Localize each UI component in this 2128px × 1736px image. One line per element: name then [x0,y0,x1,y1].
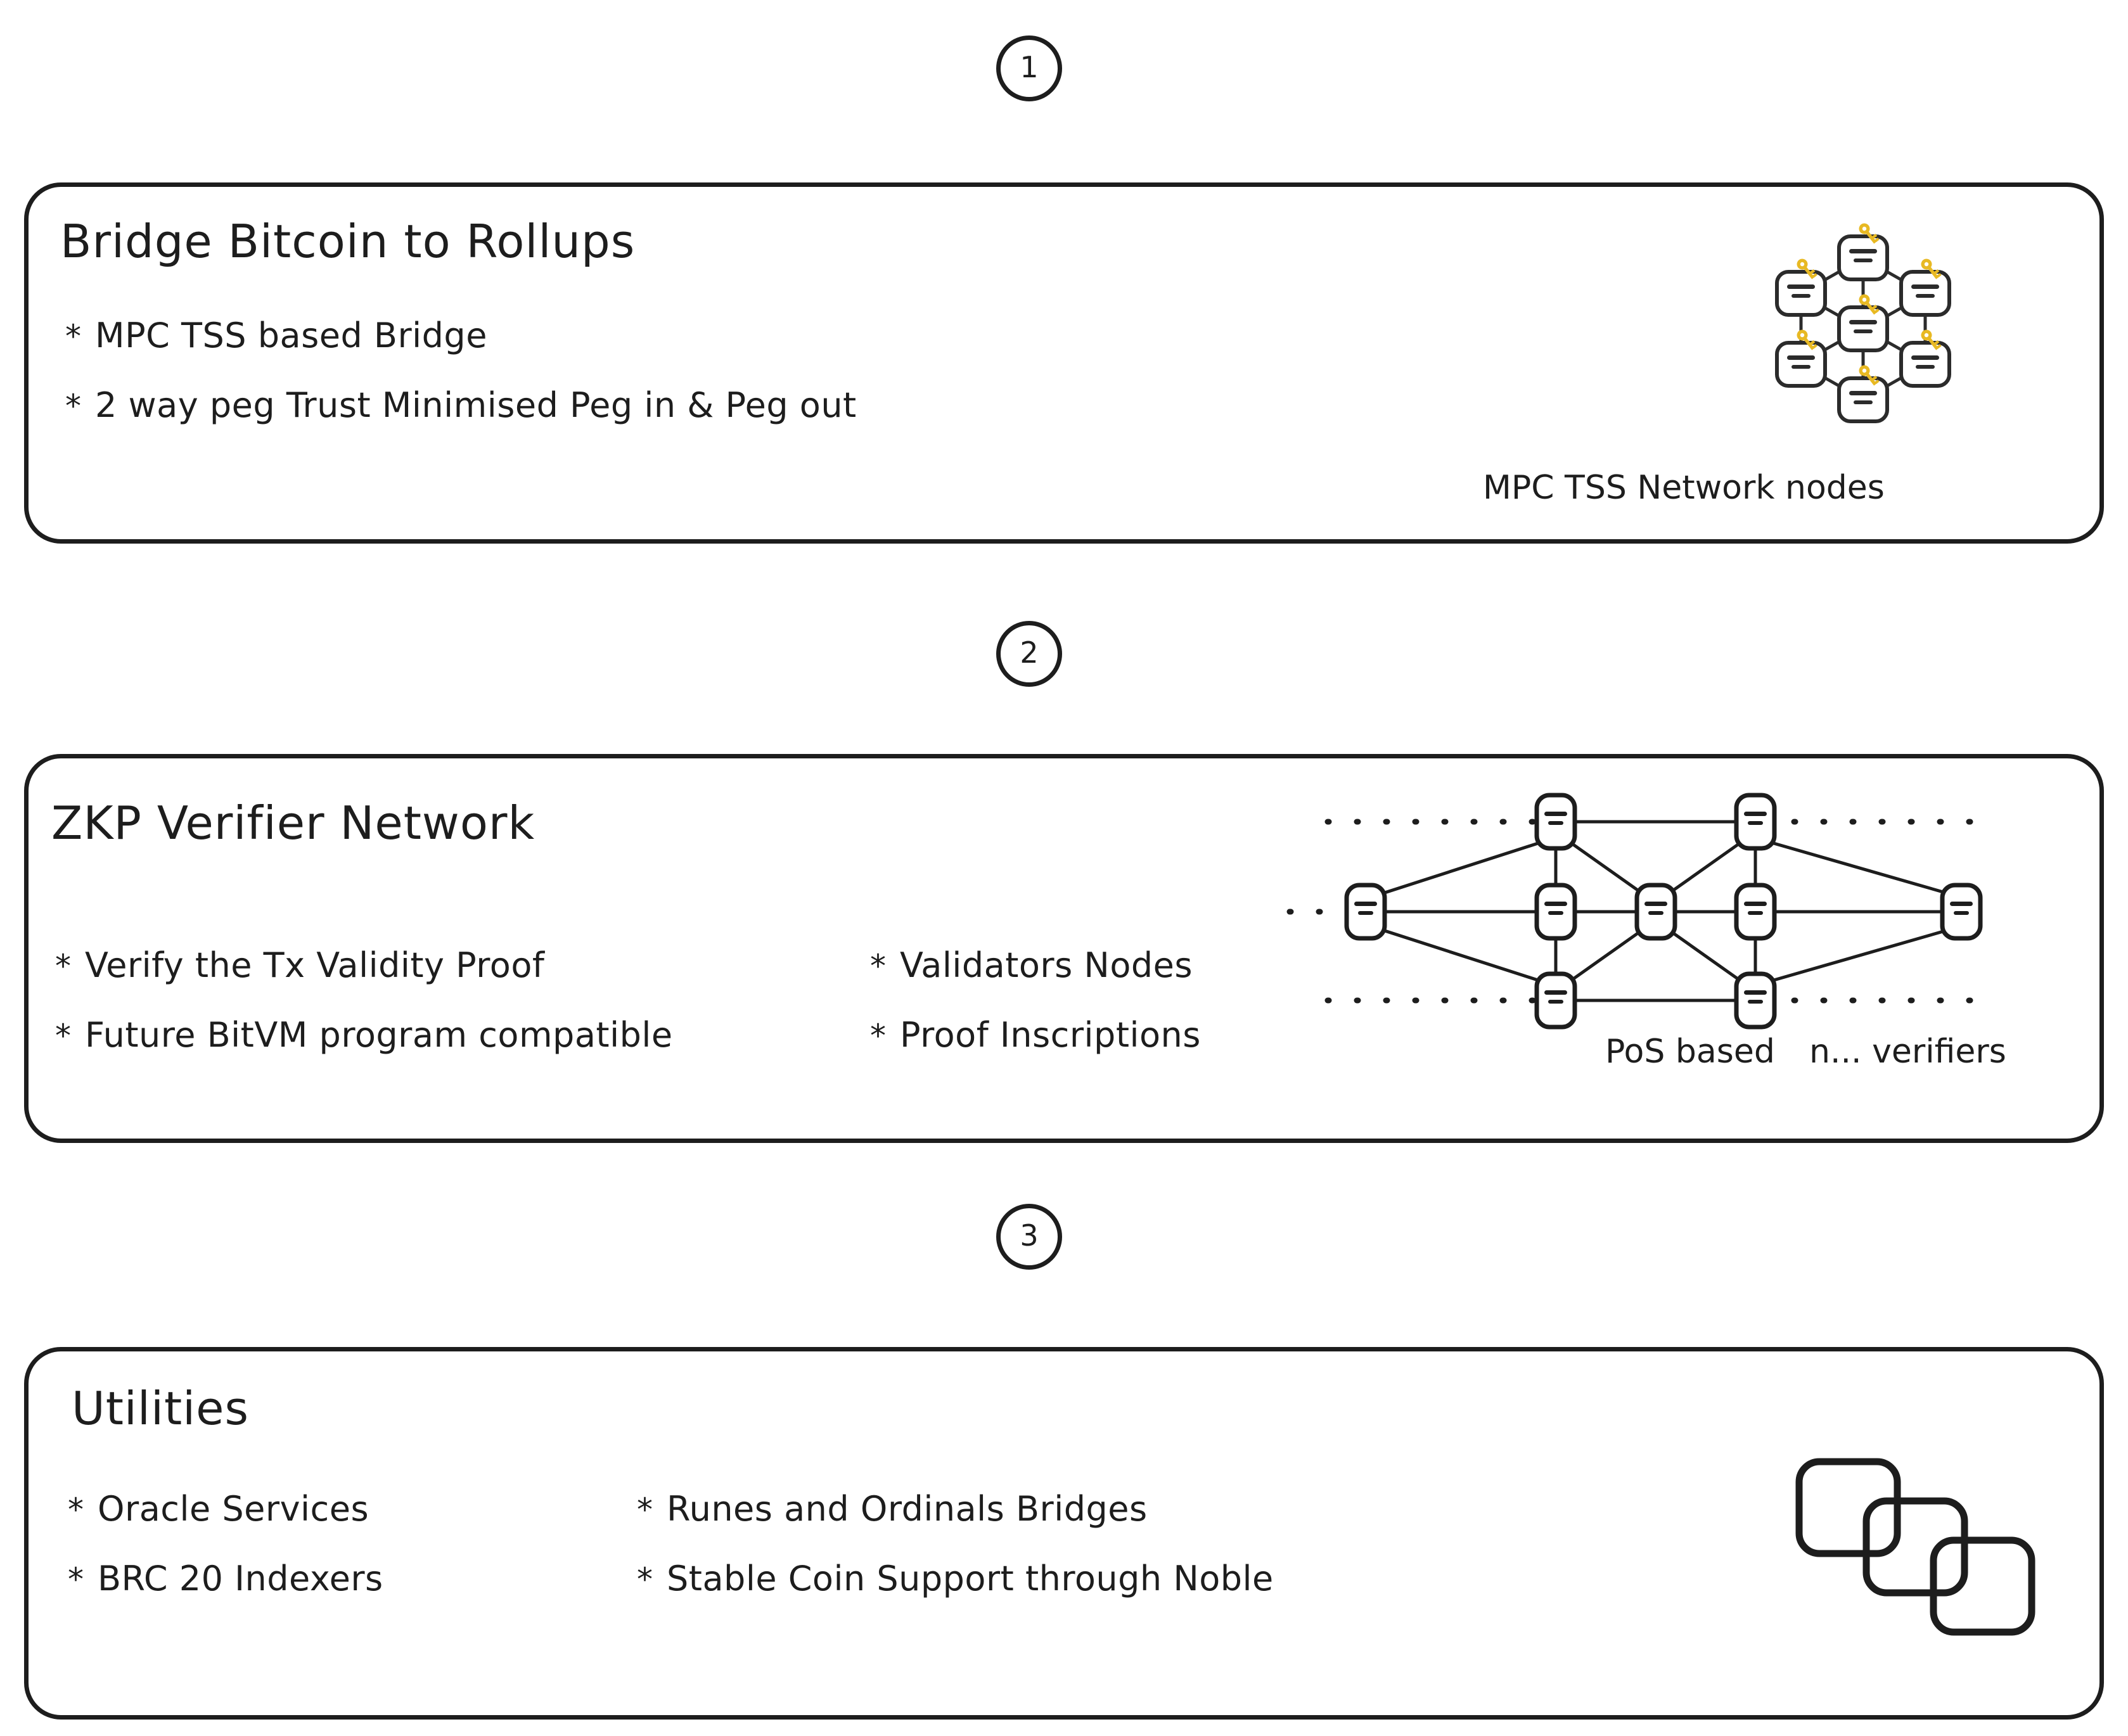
bullet-marker-icon: * [65,388,81,424]
bullet-item: * Stable Coin Support through Noble [637,1562,1274,1596]
bullet-text: Validators Nodes [900,945,1193,985]
server-node-icon [1537,885,1575,938]
server-node-icon [1777,343,1825,386]
step-badge-3: 3 [996,1204,1062,1270]
mpc-tss-network-illustration [1641,202,2085,456]
bullet-text: Runes and Ordinals Bridges [667,1489,1148,1529]
bullet-item: * Future BitVM program compatible [55,1018,673,1052]
server-node-icon [1777,272,1825,315]
rounded-square-icon [1862,1497,1968,1597]
bullet-text: BRC 20 Indexers [98,1559,383,1599]
bullet-marker-icon: * [68,1561,84,1598]
bullet-marker-icon: * [870,1018,886,1054]
server-node-icon [1901,343,1949,386]
bullet-text: 2 way peg Trust Minimised Peg in & Peg o… [95,385,857,425]
rounded-square-icon [1795,1458,1901,1557]
card-title: Utilities [72,1382,249,1435]
bullet-text: Oracle Services [98,1489,369,1529]
bullet-marker-icon: * [55,948,71,985]
bullet-item: * 2 way peg Trust Minimised Peg in & Peg… [65,388,857,423]
figure-caption-verifiers: n... verifiers [1809,1033,2006,1071]
server-node-icon [1736,885,1774,938]
card-title: ZKP Verifier Network [51,796,535,850]
stacked-squares-illustration [1784,1446,2075,1649]
server-node-icon [1901,272,1949,315]
bullet-item: * Verify the Tx Validity Proof [55,948,544,983]
pos-verifier-mesh-illustration [1283,772,2075,1051]
bullet-item: * BRC 20 Indexers [68,1562,383,1596]
bullet-marker-icon: * [870,948,886,985]
server-node-icon [1736,795,1774,848]
card-utilities: Utilities * Oracle Services * BRC 20 Ind… [24,1347,2104,1720]
step-badge-2: 2 [996,621,1062,687]
server-node-icon [1537,795,1575,848]
server-node-icon [1637,885,1675,938]
bullet-text: MPC TSS based Bridge [95,316,487,355]
bullet-marker-icon: * [68,1491,84,1528]
step-number-label: 1 [1020,50,1039,84]
card-zkp-verifier-network: ZKP Verifier Network * Verify the Tx Val… [24,754,2104,1143]
step-number-label: 3 [1020,1218,1039,1253]
bullet-text: Proof Inscriptions [900,1015,1201,1055]
bullet-marker-icon: * [55,1018,71,1054]
bullet-item: * Oracle Services [68,1492,369,1526]
bullet-item: * Runes and Ordinals Bridges [637,1492,1148,1526]
bullet-marker-icon: * [637,1561,653,1598]
server-node-icon [1942,885,1980,938]
bullet-marker-icon: * [637,1491,653,1528]
card-title: Bridge Bitcoin to Rollups [60,215,636,268]
bullet-text: Verify the Tx Validity Proof [85,945,545,985]
step-badge-1: 1 [996,35,1062,101]
bullet-marker-icon: * [65,318,81,355]
server-node-icon [1839,307,1887,350]
figure-caption: MPC TSS Network nodes [1483,469,1885,507]
server-node-icon [1347,885,1385,938]
server-node-icon [1537,974,1575,1027]
bullet-text: Stable Coin Support through Noble [667,1559,1274,1599]
bullet-item: * Proof Inscriptions [870,1018,1201,1052]
bullet-item: * MPC TSS based Bridge [65,319,487,353]
bullet-item: * Validators Nodes [870,948,1193,983]
server-node-icon [1736,974,1774,1027]
rounded-square-icon [1930,1536,2035,1636]
server-node-icon [1839,378,1887,421]
bullet-text: Future BitVM program compatible [85,1015,673,1055]
step-number-label: 2 [1020,635,1039,670]
figure-caption-pos-based: PoS based [1605,1033,1775,1071]
server-node-icon [1839,236,1887,279]
